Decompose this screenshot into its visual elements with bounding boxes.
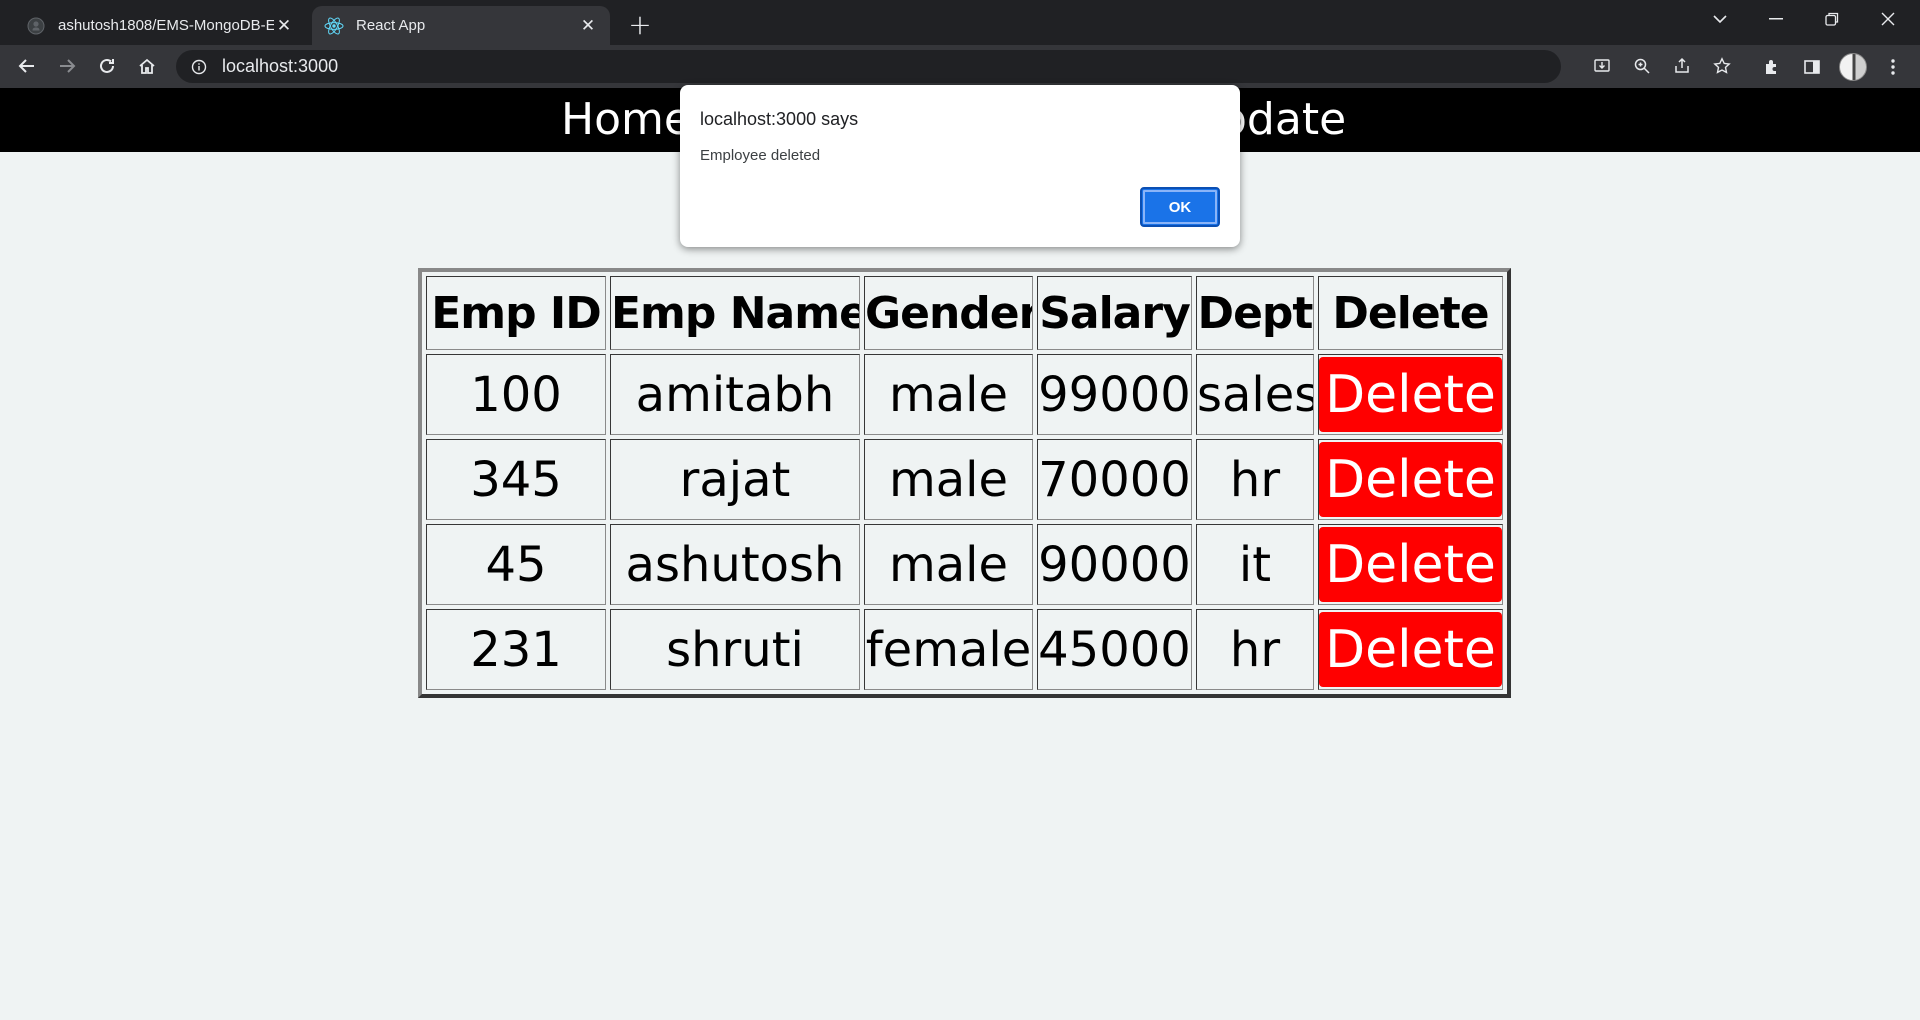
- back-icon[interactable]: [10, 49, 44, 83]
- header-salary: Salary: [1037, 276, 1192, 350]
- cell-emp-name: amitabh: [610, 354, 860, 435]
- close-tab-icon[interactable]: ✕: [274, 16, 294, 36]
- table-row: 345 rajat male 70000 hr Delete: [426, 439, 1503, 520]
- cell-dept: it: [1196, 524, 1314, 605]
- header-delete: Delete: [1318, 276, 1503, 350]
- browser-toolbar: localhost:3000: [0, 45, 1920, 88]
- side-panel-icon[interactable]: [1795, 50, 1829, 84]
- github-icon: [26, 16, 46, 36]
- header-gender: Gender: [864, 276, 1033, 350]
- cell-gender: male: [864, 354, 1033, 435]
- cell-emp-id: 100: [426, 354, 606, 435]
- cell-delete: Delete: [1318, 439, 1503, 520]
- browser-tab-github[interactable]: ashutosh1808/EMS-MongoDB-E ✕: [14, 6, 306, 45]
- close-window-icon[interactable]: [1860, 0, 1916, 38]
- cell-emp-name: rajat: [610, 439, 860, 520]
- cell-dept: sales: [1196, 354, 1314, 435]
- close-tab-icon[interactable]: ✕: [578, 16, 598, 36]
- delete-button[interactable]: Delete: [1319, 612, 1502, 687]
- minimize-icon[interactable]: [1748, 0, 1804, 38]
- cell-gender: male: [864, 524, 1033, 605]
- cell-emp-name: ashutosh: [610, 524, 860, 605]
- new-tab-button[interactable]: +: [624, 8, 656, 41]
- ok-button[interactable]: OK: [1140, 187, 1220, 227]
- cell-delete: Delete: [1318, 354, 1503, 435]
- tab-title: ashutosh1808/EMS-MongoDB-E: [58, 17, 274, 34]
- delete-button[interactable]: Delete: [1319, 442, 1502, 517]
- zoom-icon[interactable]: [1626, 50, 1658, 82]
- extensions-icon[interactable]: [1755, 50, 1789, 84]
- cell-emp-name: shruti: [610, 609, 860, 690]
- site-info-icon[interactable]: [188, 59, 210, 75]
- forward-icon[interactable]: [50, 49, 84, 83]
- cell-salary: 70000: [1037, 439, 1192, 520]
- cell-delete: Delete: [1318, 524, 1503, 605]
- cell-dept: hr: [1196, 439, 1314, 520]
- nav-link-home[interactable]: Home: [561, 88, 691, 152]
- cell-salary: 99000: [1037, 354, 1192, 435]
- tab-search-icon[interactable]: [1692, 0, 1748, 38]
- header-dept: Dept: [1196, 276, 1314, 350]
- cell-salary: 45000: [1037, 609, 1192, 690]
- browser-tab-react-app[interactable]: React App ✕: [312, 6, 610, 45]
- url-text: localhost:3000: [222, 56, 339, 76]
- dialog-message: Employee deleted: [700, 147, 821, 164]
- table-row: 45 ashutosh male 90000 it Delete: [426, 524, 1503, 605]
- restore-icon[interactable]: [1804, 0, 1860, 38]
- reload-icon[interactable]: [90, 49, 124, 83]
- home-icon[interactable]: [130, 49, 164, 83]
- cell-delete: Delete: [1318, 609, 1503, 690]
- bookmark-star-icon[interactable]: [1706, 50, 1738, 82]
- install-app-icon[interactable]: [1586, 50, 1618, 82]
- header-emp-name: Emp Name: [610, 276, 860, 350]
- cell-emp-id: 231: [426, 609, 606, 690]
- browser-tab-strip: ashutosh1808/EMS-MongoDB-E ✕ React App ✕…: [0, 0, 1920, 45]
- react-icon: [324, 16, 344, 36]
- profile-avatar[interactable]: [1836, 50, 1870, 84]
- tab-title: React App: [356, 17, 426, 34]
- delete-button[interactable]: Delete: [1319, 357, 1502, 432]
- delete-button[interactable]: Delete: [1319, 527, 1502, 602]
- employee-table: Emp ID Emp Name Gender Salary Dept Delet…: [418, 268, 1511, 698]
- table-row: 231 shruti female 45000 hr Delete: [426, 609, 1503, 690]
- cell-dept: hr: [1196, 609, 1314, 690]
- table-header-row: Emp ID Emp Name Gender Salary Dept Delet…: [426, 276, 1503, 350]
- alert-dialog: localhost:3000 says Employee deleted OK: [680, 85, 1240, 247]
- menu-kebab-icon[interactable]: [1876, 50, 1910, 84]
- address-bar[interactable]: localhost:3000: [176, 50, 1561, 83]
- cell-gender: male: [864, 439, 1033, 520]
- cell-gender: female: [864, 609, 1033, 690]
- cell-emp-id: 345: [426, 439, 606, 520]
- share-icon[interactable]: [1666, 50, 1698, 82]
- header-emp-id: Emp ID: [426, 276, 606, 350]
- cell-emp-id: 45: [426, 524, 606, 605]
- table-row: 100 amitabh male 99000 sales Delete: [426, 354, 1503, 435]
- cell-salary: 90000: [1037, 524, 1192, 605]
- dialog-title: localhost:3000 says: [700, 109, 859, 129]
- avatar: [1839, 53, 1867, 81]
